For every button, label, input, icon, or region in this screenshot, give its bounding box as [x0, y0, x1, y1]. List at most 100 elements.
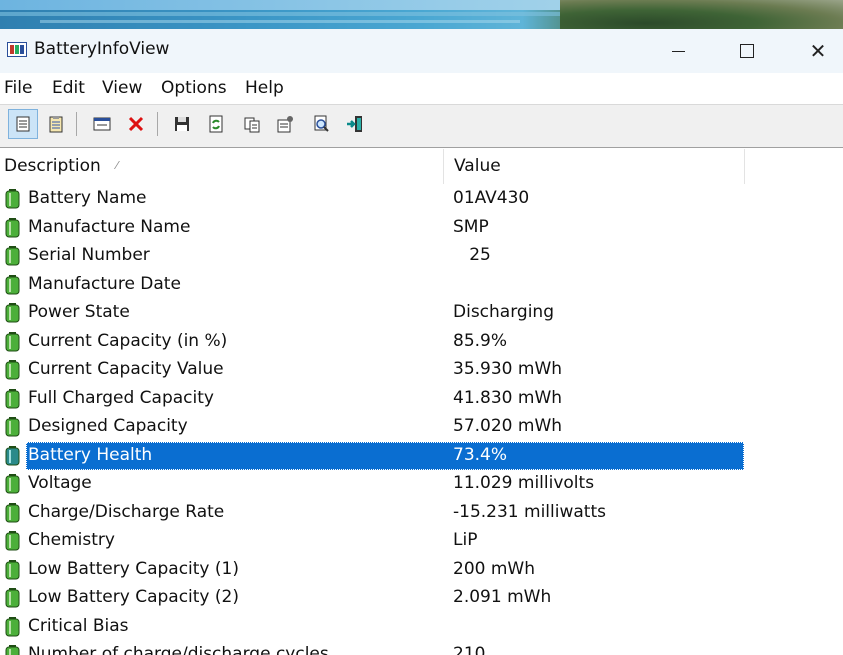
row-value: Discharging: [453, 302, 554, 322]
list-row[interactable]: Chemistry LiP: [0, 527, 843, 555]
row-value: 01AV430: [453, 188, 530, 208]
delete-icon: [128, 116, 144, 132]
row-description: Current Capacity Value: [28, 359, 224, 379]
list-row[interactable]: Current Capacity (in %) 85.9%: [0, 328, 843, 356]
options-button[interactable]: [270, 109, 300, 139]
properties-icon: [16, 116, 30, 132]
list-row[interactable]: Number of charge/discharge cycles 210: [0, 641, 843, 655]
refresh-button[interactable]: [201, 109, 231, 139]
menu-help[interactable]: Help: [245, 78, 284, 98]
exit-button[interactable]: [340, 109, 370, 139]
list-row[interactable]: Critical Bias: [0, 613, 843, 641]
row-value: 73.4%: [453, 444, 508, 465]
row-value: 11.029 millivolts: [453, 473, 595, 493]
menu-file[interactable]: File: [4, 78, 32, 98]
row-description: Full Charged Capacity: [28, 387, 214, 408]
row-value: 2.091 mWh: [453, 587, 552, 607]
window-title: BatteryInfoView: [34, 39, 170, 59]
battery-icon: [5, 331, 20, 351]
battery-icon: [5, 616, 20, 636]
battery-icon: [5, 417, 20, 437]
row-description: Current Capacity (in %): [28, 330, 228, 351]
row-description: Voltage: [28, 473, 92, 493]
list-row[interactable]: Voltage 11.029 millivolts: [0, 470, 843, 498]
battery-icon: [5, 303, 20, 323]
toolbar-separator: [157, 112, 158, 136]
row-description: Designed Capacity: [28, 416, 188, 436]
row-description: Battery Name: [28, 188, 147, 208]
toolbar-separator: [76, 112, 77, 136]
row-description: Low Battery Capacity (1): [28, 558, 239, 579]
menu-edit[interactable]: Edit: [52, 78, 85, 98]
row-value: 25: [453, 245, 491, 265]
row-description: Low Battery Capacity (2): [28, 587, 239, 607]
list-row[interactable]: Low Battery Capacity (1) 200 mWh: [0, 556, 843, 584]
battery-icon: [5, 445, 20, 465]
save-icon: [175, 117, 189, 131]
row-value: 210: [453, 644, 486, 655]
menu-options[interactable]: Options: [161, 78, 227, 98]
list-header: Description ⁄ Value: [0, 149, 843, 184]
list-row[interactable]: Manufacture Name SMP: [0, 214, 843, 242]
desktop-wallpaper: [0, 0, 843, 29]
column-divider[interactable]: [443, 149, 444, 184]
maximize-icon: [740, 44, 754, 58]
column-header-description[interactable]: Description: [4, 149, 101, 184]
battery-icon: [5, 588, 20, 608]
minimize-icon: [671, 50, 685, 52]
column-header-value[interactable]: Value: [454, 149, 501, 184]
row-value: -15.231 milliwatts: [453, 501, 606, 522]
list-row[interactable]: Current Capacity Value 35.930 mWh: [0, 356, 843, 384]
battery-icon: [5, 502, 20, 522]
battery-icon: [5, 474, 20, 494]
battery-icon: [5, 217, 20, 237]
row-value: 85.9%: [453, 330, 508, 351]
exit-icon: [347, 116, 362, 132]
list-row[interactable]: Serial Number 25: [0, 242, 843, 270]
maximize-button[interactable]: [717, 29, 777, 73]
battery-icon: [5, 645, 20, 655]
battery-icon: [5, 274, 20, 294]
battery-info-list[interactable]: Description ⁄ Value Battery Name 01AV430 M…: [0, 149, 843, 655]
list-row[interactable]: Manufacture Date: [0, 271, 843, 299]
list-row[interactable]: Battery Health 73.4%: [0, 441, 843, 470]
save-button[interactable]: [167, 109, 197, 139]
row-value: 200 mWh: [453, 558, 535, 579]
row-description: Number of charge/discharge cycles: [28, 644, 329, 655]
app-icon: [7, 42, 27, 57]
minimize-button[interactable]: [648, 29, 708, 73]
battery-icon: [5, 559, 20, 579]
html-report-icon: [49, 116, 63, 133]
copy-icon: [244, 117, 260, 133]
row-description: Chemistry: [28, 530, 115, 550]
delete-button[interactable]: [121, 109, 151, 139]
battery-icon: [5, 360, 20, 380]
window-icon: [93, 117, 111, 131]
column-divider[interactable]: [744, 149, 745, 184]
row-description: Critical Bias: [28, 615, 129, 636]
menu-view[interactable]: View: [102, 78, 142, 98]
row-value: 35.930 mWh: [453, 359, 563, 379]
row-description: Charge/Discharge Rate: [28, 501, 225, 522]
battery-icon: [5, 246, 20, 266]
row-value: 41.830 mWh: [453, 387, 563, 408]
list-row[interactable]: Charge/Discharge Rate -15.231 milliwatts: [0, 499, 843, 527]
refresh-icon: [209, 115, 223, 133]
battery-icon: [5, 388, 20, 408]
window-button[interactable]: [87, 109, 117, 139]
row-value: 57.020 mWh: [453, 416, 563, 436]
list-row[interactable]: Power State Discharging: [0, 299, 843, 327]
properties-button[interactable]: [8, 109, 38, 139]
row-description: Power State: [28, 302, 130, 322]
find-button[interactable]: [306, 109, 336, 139]
list-row[interactable]: Low Battery Capacity (2) 2.091 mWh: [0, 584, 843, 612]
html-report-button[interactable]: [41, 109, 71, 139]
close-button[interactable]: ✕: [788, 29, 843, 73]
row-description: Battery Health: [28, 444, 153, 465]
list-row[interactable]: Designed Capacity 57.020 mWh: [0, 413, 843, 441]
row-description: Manufacture Name: [28, 216, 191, 237]
copy-button[interactable]: [237, 109, 267, 139]
list-row[interactable]: Full Charged Capacity 41.830 mWh: [0, 385, 843, 413]
list-row[interactable]: Battery Name 01AV430: [0, 185, 843, 213]
options-icon: [277, 116, 293, 133]
